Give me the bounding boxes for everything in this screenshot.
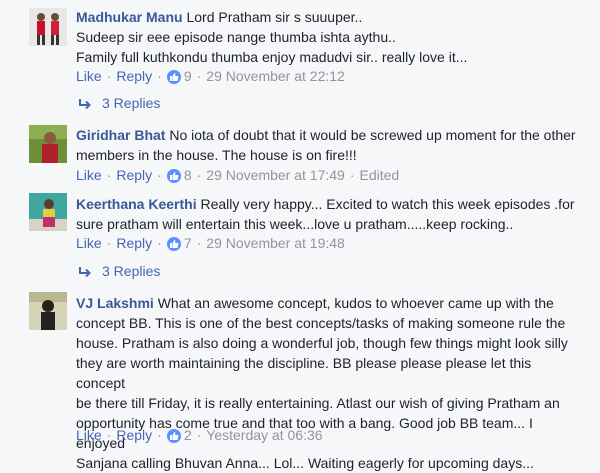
like-link[interactable]: Like — [76, 427, 102, 443]
avatar[interactable] — [29, 292, 67, 330]
like-reaction-icon[interactable] — [166, 429, 181, 443]
reply-link[interactable]: Reply — [116, 167, 152, 183]
comment-author[interactable]: Giridhar Bhat — [76, 127, 165, 143]
replies-count[interactable]: 3 Replies — [102, 95, 160, 111]
comment-text-line: What an awesome concept, kudos to whoeve… — [157, 295, 554, 311]
comment-actions: Like · Reply · 9 · 29 November at 22:12 — [76, 68, 345, 84]
comment-timestamp[interactable]: Yesterday at 06:36 — [206, 427, 322, 443]
comment-actions: Like · Reply · 2 · Yesterday at 06:36 — [76, 427, 323, 443]
like-reaction-icon[interactable] — [166, 237, 181, 251]
reply-link[interactable]: Reply — [116, 68, 152, 84]
like-link[interactable]: Like — [76, 167, 102, 183]
reply-arrow-icon — [78, 95, 94, 115]
view-replies-link[interactable]: 3 Replies — [78, 93, 160, 113]
reaction-count[interactable]: 7 — [184, 235, 192, 251]
reply-arrow-icon — [78, 263, 94, 283]
like-link[interactable]: Like — [76, 68, 102, 84]
comment-author[interactable]: Keerthana Keerthi — [76, 196, 197, 212]
comment-text-line: members in the house. The house is on fi… — [76, 147, 357, 163]
comment-text-line: sure pratham will entertain this week...… — [76, 216, 514, 232]
comment-text-line: Lord Pratham sir s suuuper.. — [186, 9, 363, 25]
reply-link[interactable]: Reply — [116, 427, 152, 443]
reaction-count[interactable]: 8 — [184, 167, 192, 183]
reaction-count[interactable]: 2 — [184, 427, 192, 443]
comment-text-line: Sanjana calling Bhuvan Anna... Lol... Wa… — [76, 455, 534, 471]
comment-text-line: Really very happy... Excited to watch th… — [200, 196, 575, 212]
comment-text-line: concept BB. This is one of the best conc… — [76, 315, 566, 331]
comment-author[interactable]: VJ Lakshmi — [76, 295, 154, 311]
edited-label[interactable]: Edited — [360, 167, 400, 183]
comment-timestamp[interactable]: 29 November at 19:48 — [206, 235, 345, 251]
comment-text-line: Sudeep sir eee episode nange thumba isht… — [76, 29, 396, 45]
like-link[interactable]: Like — [76, 235, 102, 251]
avatar-image — [29, 292, 67, 330]
comment-timestamp[interactable]: 29 November at 17:49 — [206, 167, 345, 183]
comment-actions: Like · Reply · 7 · 29 November at 19:48 — [76, 235, 345, 251]
avatar-image — [29, 193, 67, 231]
avatar-image — [29, 8, 67, 46]
avatar[interactable] — [29, 193, 67, 231]
avatar[interactable] — [29, 8, 67, 46]
view-replies-link[interactable]: 3 Replies — [78, 261, 160, 281]
replies-count[interactable]: 3 Replies — [102, 263, 160, 279]
reaction-count[interactable]: 9 — [184, 68, 192, 84]
comment-text-line: Family full kuthkondu thumba enjoy madud… — [76, 49, 468, 65]
comment-text-line: house. Pratham is also doing a wonderful… — [76, 335, 568, 351]
reply-link[interactable]: Reply — [116, 235, 152, 251]
avatar[interactable] — [29, 125, 67, 163]
like-reaction-icon[interactable] — [166, 70, 181, 84]
avatar-image — [29, 125, 67, 163]
comment-text-line: No iota of doubt that it would be screwe… — [169, 127, 576, 143]
comment-text-line: they are worth maintaining the disciplin… — [76, 355, 532, 391]
comment-actions: Like · Reply · 8 · 29 November at 17:49 · Edited — [76, 167, 400, 183]
comment-text-line: be there till Friday, it is really enter… — [76, 395, 560, 411]
comment-author[interactable]: Madhukar Manu — [76, 9, 183, 25]
like-reaction-icon[interactable] — [166, 169, 181, 183]
comment-timestamp[interactable]: 29 November at 22:12 — [206, 68, 345, 84]
